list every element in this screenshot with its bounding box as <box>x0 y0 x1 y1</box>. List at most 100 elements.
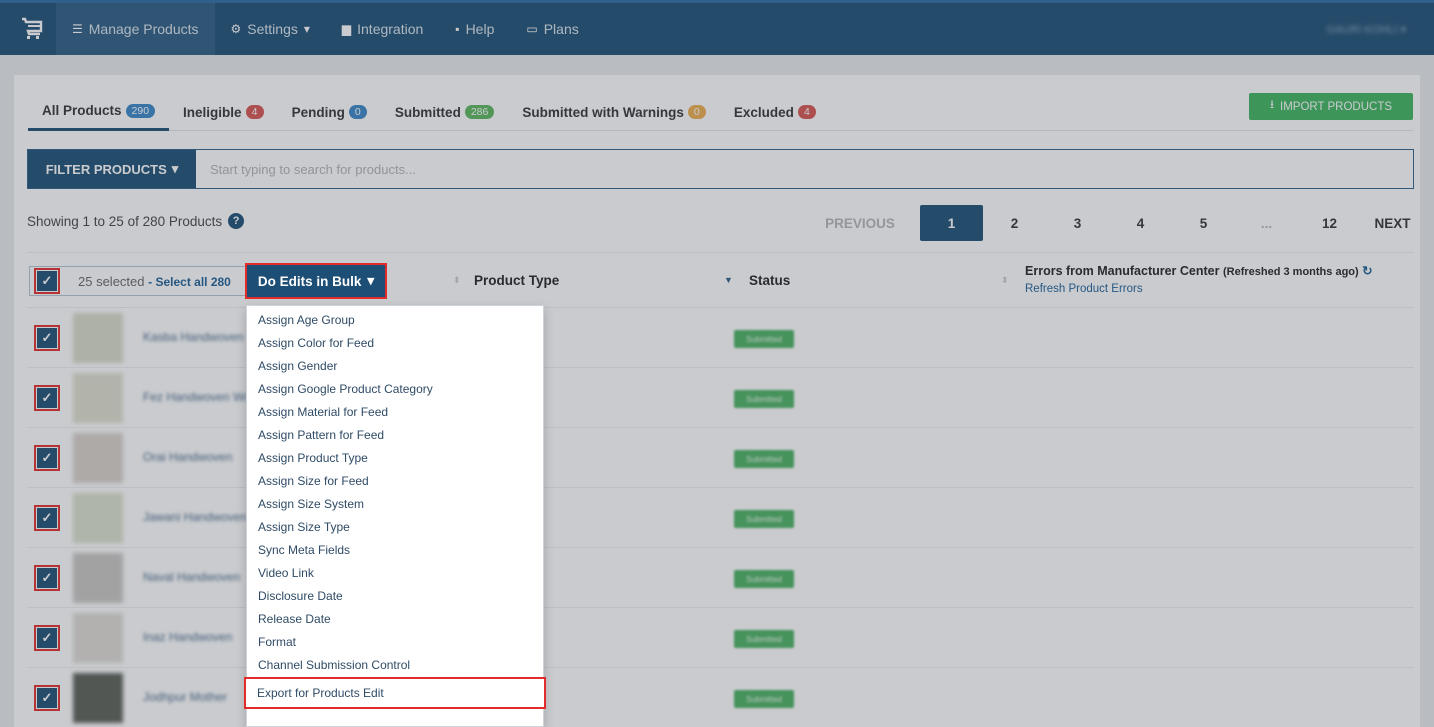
menu-item-export-for-products-edit[interactable]: Export for Products Edit <box>244 677 546 709</box>
tab-all-products[interactable]: All Products 290 <box>28 93 170 131</box>
nav-label: Settings <box>247 21 298 37</box>
product-name[interactable]: Orai Handwoven <box>143 450 232 464</box>
product-name[interactable]: Jodhpur Mother <box>143 690 227 704</box>
nav-plans[interactable]: ▭ Plans <box>510 3 594 55</box>
count-badge: 4 <box>797 105 816 119</box>
menu-item-assign-size[interactable]: Assign Size for Feed <box>247 469 543 492</box>
table-row[interactable]: ✓ Naval Handwoven Submitted <box>27 548 1414 608</box>
menu-item-assign-google-category[interactable]: Assign Google Product Category <box>247 377 543 400</box>
pager-next[interactable]: NEXT <box>1361 205 1424 241</box>
bulk-label: Do Edits in Bulk <box>257 273 362 289</box>
showing-summary: Showing 1 to 25 of 280 Products ? <box>27 213 245 229</box>
pager-page[interactable]: 5 <box>1172 205 1235 241</box>
nav-integration[interactable]: ▆ Integration <box>326 3 439 55</box>
tab-label: Ineligible <box>183 104 242 120</box>
menu-item-assign-color[interactable]: Assign Color for Feed <box>247 331 543 354</box>
product-name[interactable]: Inaz Handwoven <box>143 630 232 644</box>
sort-desc-icon[interactable]: ▼ <box>724 275 733 285</box>
pager-page[interactable]: 12 <box>1298 205 1361 241</box>
tab-submitted-with-warnings[interactable]: Submitted with Warnings 0 <box>508 93 720 131</box>
select-all-link[interactable]: Select all 280 <box>155 275 230 289</box>
nav-label: Manage Products <box>88 21 199 37</box>
select-all-checkbox[interactable]: ✓ <box>34 268 60 294</box>
nav-label: Help <box>465 21 495 37</box>
row-checkbox[interactable]: ✓ <box>34 625 60 651</box>
top-navbar: ☰ Manage Products ⚙ Settings ▾ ▆ Integra… <box>0 0 1434 55</box>
download-icon: ⭳ <box>1269 99 1274 111</box>
import-label: IMPORT PRODUCTS <box>1280 100 1393 113</box>
nav-settings[interactable]: ⚙ Settings ▾ <box>215 3 326 55</box>
col-status[interactable]: Status <box>749 273 790 288</box>
nav-manage-products[interactable]: ☰ Manage Products <box>56 3 215 55</box>
col-product-type[interactable]: Product Type <box>474 273 559 288</box>
row-checkbox[interactable]: ✓ <box>34 385 60 411</box>
do-edits-in-bulk-button[interactable]: Do Edits in Bulk ▾ <box>245 263 387 299</box>
product-name[interactable]: Naval Handwoven <box>143 570 240 584</box>
nav-help[interactable]: ▪ Help <box>439 3 510 55</box>
menu-item-disclosure-date[interactable]: Disclosure Date <box>247 584 543 607</box>
menu-item-assign-size-system[interactable]: Assign Size System <box>247 492 543 515</box>
pager-page[interactable]: 4 <box>1109 205 1172 241</box>
product-thumbnail <box>73 493 123 543</box>
table-row[interactable]: ✓ Orai Handwoven Submitted <box>27 428 1414 488</box>
pager-ellipsis: ... <box>1260 215 1273 231</box>
menu-item-assign-pattern[interactable]: Assign Pattern for Feed <box>247 423 543 446</box>
cart-logo-icon[interactable] <box>8 3 56 55</box>
card-icon: ▭ <box>526 22 538 36</box>
user-menu[interactable]: GAURI KOHLI ▾ <box>1327 23 1406 36</box>
help-icon[interactable]: ? <box>228 213 245 229</box>
count-badge: 0 <box>348 105 367 119</box>
refresh-errors-link[interactable]: Refresh Product Errors <box>1025 283 1143 295</box>
table-row[interactable]: ✓ Inaz Handwoven Submitted <box>27 608 1414 668</box>
product-thumbnail <box>73 433 123 483</box>
pager-previous[interactable]: PREVIOUS <box>814 205 906 241</box>
count-badge: 286 <box>464 105 495 119</box>
import-products-button[interactable]: ⭳ IMPORT PRODUCTS <box>1249 93 1413 120</box>
pager-page[interactable]: 2 <box>983 205 1046 241</box>
menu-item-release-date[interactable]: Release Date <box>247 607 543 630</box>
row-checkbox[interactable]: ✓ <box>34 445 60 471</box>
sort-icon[interactable]: ⬍ <box>453 275 461 286</box>
pager-page[interactable]: 1 <box>920 205 983 241</box>
tab-excluded[interactable]: Excluded 4 <box>720 93 830 131</box>
menu-item-assign-product-type[interactable]: Assign Product Type <box>247 446 543 469</box>
tab-submitted[interactable]: Submitted 286 <box>381 93 509 131</box>
help-chat-icon: ▪ <box>455 22 460 36</box>
menu-item-sync-meta-fields[interactable]: Sync Meta Fields <box>247 538 543 561</box>
table-row[interactable]: ✓ Jawani Handwoven Submitted <box>27 488 1414 548</box>
search-input[interactable] <box>196 150 1413 188</box>
refresh-icon[interactable]: ↻ <box>1362 264 1372 278</box>
status-badge: Submitted <box>734 690 794 708</box>
row-checkbox[interactable]: ✓ <box>34 505 60 531</box>
product-name[interactable]: Jawani Handwoven <box>143 510 247 524</box>
briefcase-icon: ▆ <box>341 22 352 36</box>
bulk-edit-menu: Assign Age Group Assign Color for Feed A… <box>244 305 546 727</box>
product-name[interactable]: Fez Handwoven Wool <box>143 390 260 404</box>
selection-summary: 25 selected - Select all 280 <box>78 273 231 289</box>
menu-item-assign-material[interactable]: Assign Material for Feed <box>247 400 543 423</box>
row-checkbox[interactable]: ✓ <box>34 565 60 591</box>
menu-item-format[interactable]: Format <box>247 630 543 653</box>
nav-label: Integration <box>357 21 424 37</box>
menu-item-assign-gender[interactable]: Assign Gender <box>247 354 543 377</box>
menu-item-video-link[interactable]: Video Link <box>247 561 543 584</box>
menu-item-assign-age-group[interactable]: Assign Age Group <box>247 308 543 331</box>
caret-down-icon: ▾ <box>171 161 179 176</box>
pager-page[interactable]: 3 <box>1046 205 1109 241</box>
table-row[interactable]: ✓ Kasba Handwoven Submitted <box>27 308 1414 368</box>
product-name[interactable]: Kasba Handwoven <box>143 330 244 344</box>
filter-label: FILTER PRODUCTS <box>45 161 167 177</box>
col-errors-note: (Refreshed 3 months ago) <box>1222 266 1359 278</box>
table-row[interactable]: ✓ Fez Handwoven Wool Submitted <box>27 368 1414 428</box>
col-errors-label: Errors from Manufacturer Center <box>1025 264 1220 278</box>
tab-ineligible[interactable]: Ineligible 4 <box>169 93 278 131</box>
menu-item-assign-size-type[interactable]: Assign Size Type <box>247 515 543 538</box>
filter-products-button[interactable]: FILTER PRODUCTS ▾ <box>28 150 196 188</box>
status-badge: Submitted <box>734 510 794 528</box>
tab-pending[interactable]: Pending 0 <box>278 93 381 131</box>
sort-icon[interactable]: ⬍ <box>1001 275 1009 286</box>
row-checkbox[interactable]: ✓ <box>34 685 60 711</box>
row-checkbox[interactable]: ✓ <box>34 325 60 351</box>
table-row[interactable]: ✓ Jodhpur Mother Submitted <box>27 668 1414 727</box>
menu-item-channel-submission-control[interactable]: Channel Submission Control <box>247 653 543 676</box>
